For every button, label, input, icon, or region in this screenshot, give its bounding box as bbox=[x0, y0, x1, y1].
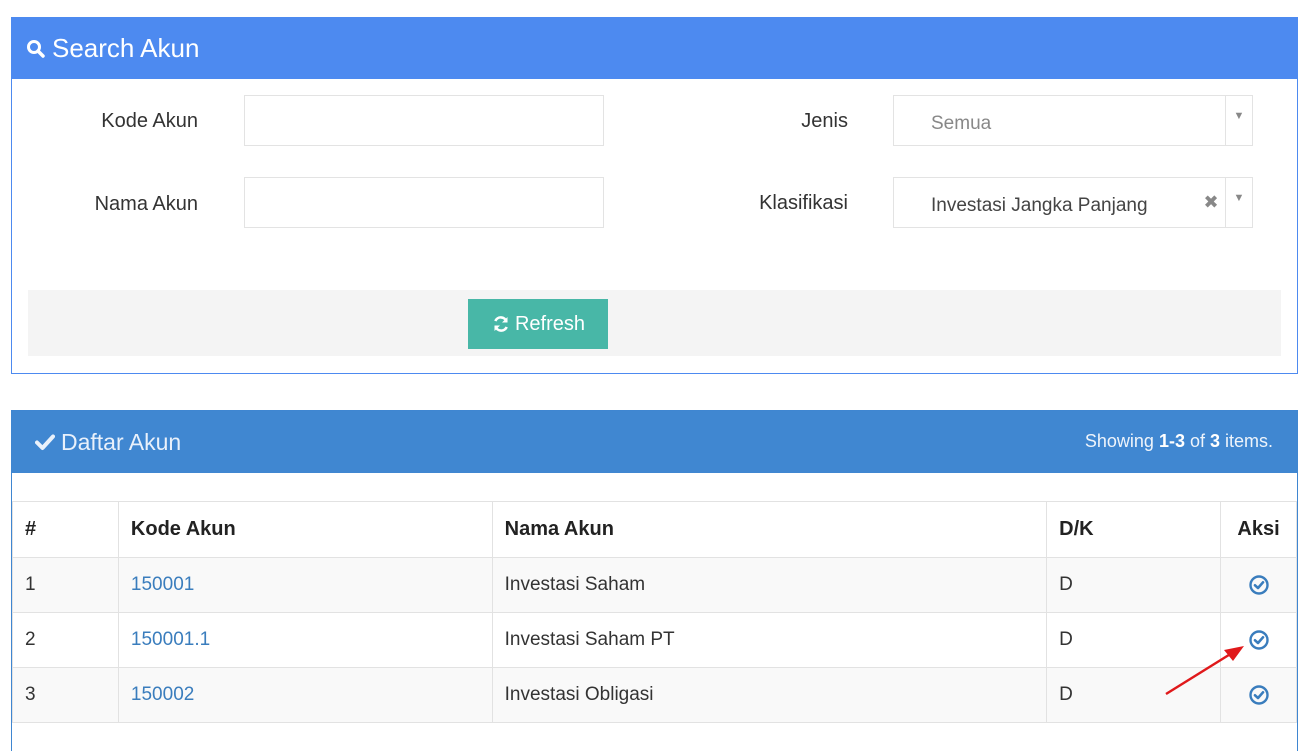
row-number: 1 bbox=[12, 557, 119, 613]
chevron-down-icon[interactable]: ▼ bbox=[1225, 96, 1252, 145]
nama-akun-cell: Investasi Obligasi bbox=[491, 667, 1048, 723]
kode-akun-link[interactable]: 150001.1 bbox=[131, 629, 210, 650]
search-panel: Search Akun Kode Akun Nama Akun Jenis Se… bbox=[11, 17, 1298, 374]
jenis-select-value: Semua bbox=[931, 112, 992, 134]
klasifikasi-label: Klasifikasi bbox=[759, 192, 848, 214]
nama-akun-label: Nama Akun bbox=[94, 193, 198, 215]
table-row: 2 150001.1 Investasi Saham PT D bbox=[12, 612, 1297, 668]
refresh-button[interactable]: Refresh bbox=[468, 299, 608, 349]
dk-cell: D bbox=[1046, 667, 1222, 723]
column-header-number[interactable]: # bbox=[12, 501, 119, 558]
column-header-aksi: Aksi bbox=[1220, 501, 1297, 558]
items-summary: Showing 1-3 of 3 items. bbox=[1084, 431, 1273, 451]
check-circle-icon[interactable] bbox=[1248, 629, 1270, 651]
nama-akun-cell: Investasi Saham bbox=[491, 557, 1048, 613]
row-number: 2 bbox=[12, 612, 119, 668]
nama-akun-cell: Investasi Saham PT bbox=[491, 612, 1048, 668]
list-panel-header: Daftar Akun Showing 1-3 of 3 items. bbox=[12, 411, 1297, 473]
column-header-nama-akun[interactable]: Nama Akun bbox=[491, 501, 1048, 558]
klasifikasi-select-value: Investasi Jangka Panjang bbox=[931, 194, 1148, 216]
table-header-row: # Kode Akun Nama Akun D/K Aksi bbox=[12, 501, 1297, 558]
search-panel-header: Search Akun bbox=[12, 18, 1297, 79]
jenis-select[interactable]: Semua ▼ bbox=[893, 95, 1253, 146]
list-panel-title: Daftar Akun bbox=[61, 428, 182, 455]
jenis-label: Jenis bbox=[801, 110, 848, 132]
clear-icon[interactable]: ✖ bbox=[1197, 192, 1225, 213]
aksi-cell bbox=[1220, 612, 1297, 668]
table-row: 1 150001 Investasi Saham D bbox=[12, 557, 1297, 613]
table-row: 3 150002 Investasi Obligasi D bbox=[12, 667, 1297, 723]
klasifikasi-select[interactable]: Investasi Jangka Panjang ✖ ▼ bbox=[893, 177, 1253, 228]
search-panel-title: Search Akun bbox=[52, 33, 200, 63]
dk-cell: D bbox=[1046, 612, 1222, 668]
column-header-dk[interactable]: D/K bbox=[1046, 501, 1222, 558]
refresh-icon bbox=[491, 314, 511, 334]
aksi-cell bbox=[1220, 667, 1297, 723]
check-icon bbox=[35, 433, 55, 451]
chevron-down-icon[interactable]: ▼ bbox=[1225, 178, 1252, 227]
search-form-footer: Refresh bbox=[28, 290, 1281, 356]
list-panel: Daftar Akun Showing 1-3 of 3 items. # Ko… bbox=[11, 410, 1298, 751]
row-number: 3 bbox=[12, 667, 119, 723]
nama-akun-input[interactable] bbox=[244, 177, 604, 228]
search-icon bbox=[26, 38, 48, 60]
dk-cell: D bbox=[1046, 557, 1222, 613]
kode-akun-link[interactable]: 150002 bbox=[131, 684, 194, 705]
aksi-cell bbox=[1220, 557, 1297, 613]
check-circle-icon[interactable] bbox=[1248, 574, 1270, 596]
refresh-button-label: Refresh bbox=[514, 312, 586, 335]
column-header-kode-akun[interactable]: Kode Akun bbox=[117, 501, 493, 558]
accounts-table: # Kode Akun Nama Akun D/K Aksi 1 150001 … bbox=[12, 501, 1297, 723]
check-circle-icon[interactable] bbox=[1248, 684, 1270, 706]
kode-akun-input[interactable] bbox=[244, 95, 604, 146]
kode-akun-label: Kode Akun bbox=[101, 110, 198, 132]
kode-akun-link[interactable]: 150001 bbox=[131, 574, 194, 595]
